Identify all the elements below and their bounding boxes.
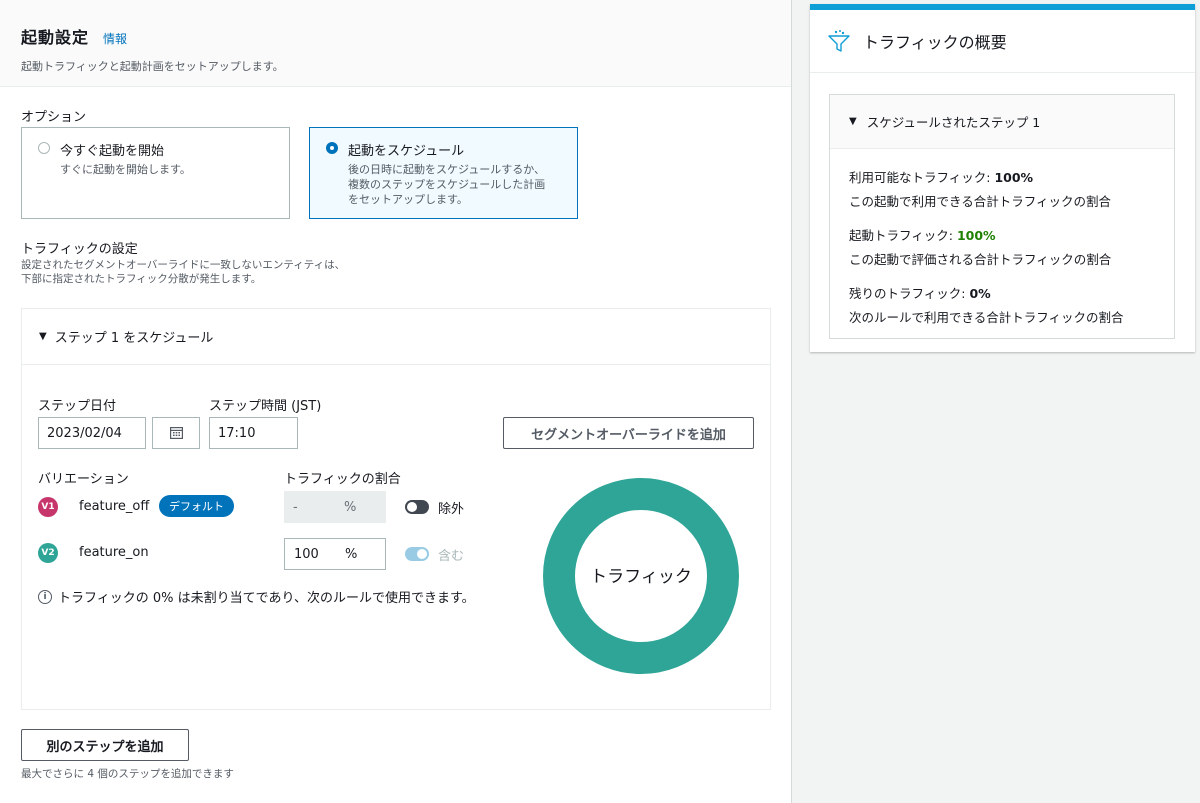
traffic-donut-chart: トラフィック [543,478,739,674]
summary-item: 起動トラフィック: 100% この起動で評価される合計トラフィックの割合 [849,228,1112,267]
caret-down-icon: ▼ [39,331,47,342]
summary-header: トラフィックの概要 [810,10,1195,73]
page-description: 起動トラフィックと起動計画をセットアップします。 [21,60,284,73]
option-title: 起動をスケジュール [348,144,465,159]
summary-title: トラフィックの概要 [863,33,1007,52]
step-time-input[interactable]: 17:10 [209,417,298,449]
toggle-label: 含む [438,549,465,564]
add-segment-override-button[interactable]: セグメントオーバーライドを追加 [503,417,754,449]
step-date-input[interactable]: 2023/02/04 [38,417,146,449]
default-badge: デフォルト [159,495,234,517]
step-header-label: ステップ 1 をスケジュール [54,331,214,346]
traffic-settings-desc: 設定されたセグメントオーバーライドに一致しないエンティティは、 下部に指定された… [21,259,346,285]
options-label: オプション [21,110,87,125]
step-date-label: ステップ日付 [38,399,117,414]
funnel-icon [828,30,850,52]
launch-settings-panel: 起動設定 情報 起動トラフィックと起動計画をセットアップします。 オプション 今… [0,0,792,803]
info-icon: i [38,589,52,604]
step-1-header[interactable]: ▼ ステップ 1 をスケジュール [22,309,770,365]
option-desc: すぐに起動を開始します。 [60,163,191,176]
summary-item: 残りのトラフィック: 0% 次のルールで利用できる合計トラフィックの割合 [849,286,1124,325]
donut-label: トラフィック [590,567,692,587]
scheduled-step-header[interactable]: ▼ スケジュールされたステップ 1 [830,95,1174,149]
include-toggle[interactable] [405,547,429,561]
option-start-now[interactable]: 今すぐ起動を開始 すぐに起動を開始します。 [21,127,290,219]
caret-down-icon: ▼ [849,116,857,127]
variation-badge-v2: V2 [38,543,58,563]
traffic-summary-panel: トラフィックの概要 ▼ スケジュールされたステップ 1 利用可能なトラフィック:… [810,4,1195,352]
add-step-button[interactable]: 別のステップを追加 [21,729,189,761]
step-time-label: ステップ時間 (JST) [209,399,322,414]
option-title: 今すぐ起動を開始 [60,144,165,159]
info-link[interactable]: 情報 [103,30,127,47]
radio-start-now[interactable] [38,142,50,154]
unassigned-note: i トラフィックの 0% は未割り当てであり、次のルールで使用できます。 [38,587,475,606]
traffic-settings-heading: トラフィックの設定 [21,242,138,257]
add-step-hint: 最大でさらに 4 個のステップを追加できます [21,768,234,780]
page-title: 起動設定 [21,28,90,47]
variation-column-header: バリエーション [38,472,129,487]
traffic-percent-input-v2[interactable]: 100 % [284,538,386,570]
option-schedule[interactable]: 起動をスケジュール 後の日時に起動をスケジュールするか、 複数のステップをスケジ… [309,127,578,219]
summary-item: 利用可能なトラフィック: 100% この起動で利用できる合計トラフィックの割合 [849,170,1112,209]
variation-name: feature_on [79,545,149,560]
step-1-section: ▼ ステップ 1 をスケジュール ステップ日付 2023/02/04 ステップ時… [21,308,771,710]
variation-name: feature_off [79,499,150,514]
exclude-toggle[interactable] [405,500,429,514]
scheduled-step-box: ▼ スケジュールされたステップ 1 利用可能なトラフィック: 100% この起動… [829,94,1175,339]
traffic-percent-field-v1: - % [284,491,386,523]
calendar-icon [169,427,183,439]
toggle-label: 除外 [438,502,465,517]
panel-header: 起動設定 情報 起動トラフィックと起動計画をセットアップします。 [0,0,791,87]
option-desc: 後の日時に起動をスケジュールするか、 複数のステップをスケジュールした計画 をセ… [348,163,546,206]
radio-schedule[interactable] [326,142,338,154]
traffic-column-header: トラフィックの割合 [284,472,401,487]
variation-badge-v1: V1 [38,497,58,517]
calendar-button[interactable] [152,417,200,449]
